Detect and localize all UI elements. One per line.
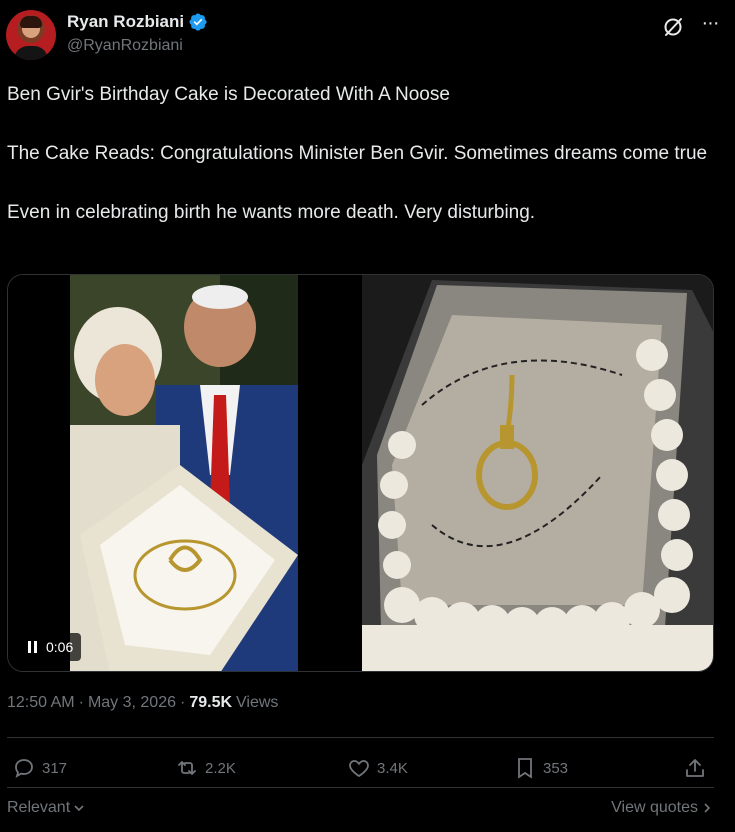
bookmark-button[interactable]: 353 (513, 756, 568, 780)
action-bar: 317 2.2K 3.4K 353 (7, 752, 714, 784)
pause-icon[interactable] (28, 641, 38, 653)
video-time-badge[interactable]: 0:06 (20, 633, 82, 661)
relevant-dropdown[interactable]: Relevant (7, 799, 86, 817)
avatar[interactable] (6, 10, 56, 60)
tweet-media[interactable]: 0:06 (7, 274, 714, 672)
tweet-date[interactable]: May 3, 2026 (88, 694, 176, 712)
cake-photo[interactable] (362, 275, 713, 671)
video-time: 0:06 (46, 639, 74, 655)
relevant-label: Relevant (7, 799, 71, 816)
share-button[interactable] (683, 756, 707, 780)
share-icon (686, 759, 704, 777)
views-count: 79.5K (189, 694, 233, 711)
bookmark-icon (518, 758, 532, 779)
repost-icon (178, 761, 196, 775)
like-button[interactable]: 3.4K (347, 756, 408, 780)
video-frame[interactable] (70, 275, 298, 671)
tweet-header: Ryan Rozbiani @RyanRozbiani ··· (6, 8, 729, 62)
repost-count: 2.2K (205, 759, 236, 777)
views-label: Views (236, 694, 279, 711)
heart-icon (349, 760, 369, 778)
repost-button[interactable]: 2.2K (175, 756, 236, 780)
video-player[interactable]: 0:06 (8, 275, 361, 671)
reply-count: 317 (42, 759, 68, 777)
cake-photo-image (362, 275, 713, 671)
author-name-row[interactable]: Ryan Rozbiani (67, 12, 208, 32)
bookmark-count: 353 (543, 759, 569, 777)
tweet-meta: 12:50 AM · May 3, 2026 · 79.5K Views (7, 694, 278, 712)
tweet-text: Ben Gvir's Birthday Cake is Decorated Wi… (7, 80, 722, 227)
grok-icon[interactable] (661, 15, 685, 39)
reply-icon (15, 759, 33, 778)
meta-separator: · (180, 694, 186, 711)
video-still-image (70, 275, 298, 671)
tweet-paragraph: Ben Gvir's Birthday Cake is Decorated Wi… (7, 84, 450, 105)
like-count: 3.4K (377, 759, 408, 777)
meta-separator: · (78, 694, 84, 711)
tweet-footer: Relevant View quotes (7, 796, 714, 820)
divider (7, 787, 714, 788)
more-options-icon[interactable]: ··· (697, 13, 723, 40)
view-quotes-link[interactable]: View quotes (611, 799, 714, 817)
author-display-name[interactable]: Ryan Rozbiani (67, 12, 184, 32)
tweet-paragraph: Even in celebrating birth he wants more … (7, 202, 536, 223)
chevron-down-icon (74, 805, 84, 812)
tweet-time[interactable]: 12:50 AM (7, 694, 75, 712)
view-quotes-label: View quotes (611, 799, 698, 816)
author-handle[interactable]: @RyanRozbiani (67, 37, 183, 55)
divider (7, 737, 714, 738)
reply-button[interactable]: 317 (12, 756, 67, 780)
tweet-paragraph: The Cake Reads: Congratulations Minister… (7, 143, 708, 164)
verified-badge-icon (189, 13, 207, 31)
chevron-right-icon (704, 803, 711, 813)
